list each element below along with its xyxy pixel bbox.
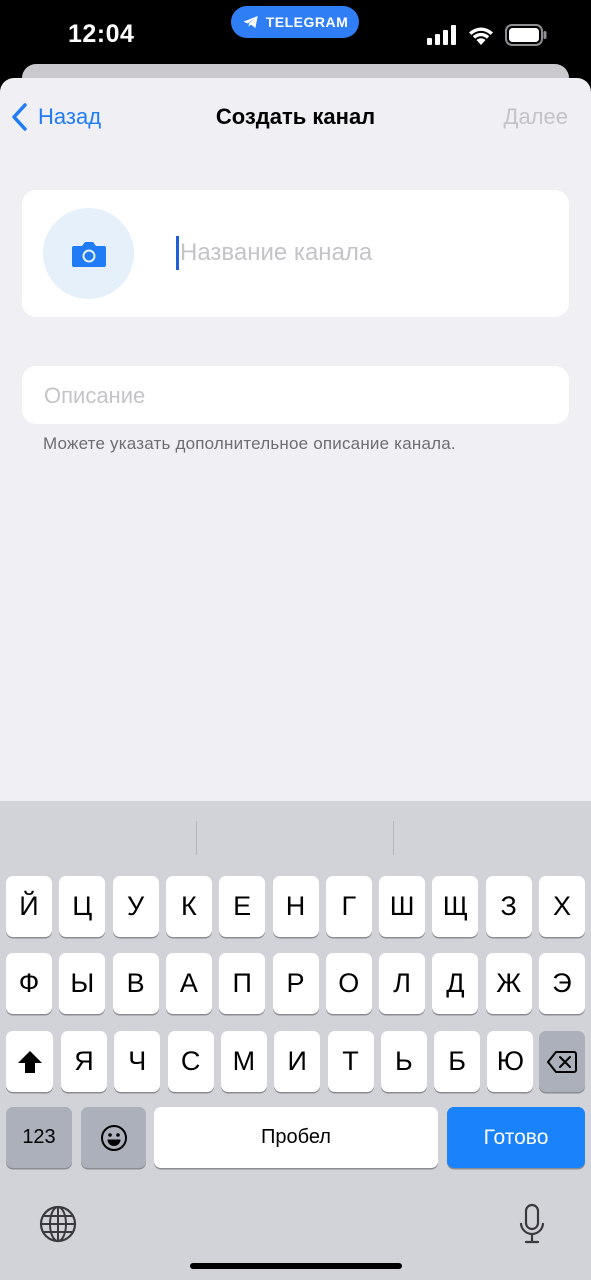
backspace-icon bbox=[547, 1050, 577, 1073]
status-time: 12:04 bbox=[68, 20, 135, 48]
letter-key[interactable]: Ш bbox=[379, 876, 426, 937]
letter-key[interactable]: Ь bbox=[380, 1031, 427, 1092]
dictation-button[interactable] bbox=[515, 1202, 549, 1246]
letter-key[interactable]: Е bbox=[219, 876, 266, 937]
suggestion-divider bbox=[393, 821, 394, 855]
emoji-icon bbox=[100, 1124, 127, 1151]
status-bar: 12:04 TELEGRAM bbox=[0, 0, 591, 70]
keyboard: ЙЦУКЕНГШЩЗХ ФЫВАПРОЛДЖЭ ЯЧСМИТЬБЮ 123 Проб… bbox=[0, 801, 591, 1280]
letter-key[interactable]: Л bbox=[379, 953, 426, 1014]
letter-key[interactable]: О bbox=[325, 953, 372, 1014]
letter-key[interactable]: В bbox=[112, 953, 159, 1014]
globe-button[interactable] bbox=[38, 1204, 78, 1244]
description-placeholder: Описание bbox=[44, 383, 146, 408]
space-key[interactable]: Пробел bbox=[154, 1107, 438, 1168]
wifi-icon bbox=[469, 27, 493, 45]
signal-icon bbox=[427, 25, 456, 45]
letter-key[interactable]: Б bbox=[434, 1031, 481, 1092]
letter-key[interactable]: Ц bbox=[59, 876, 106, 937]
letter-key[interactable]: Э bbox=[539, 953, 585, 1014]
telegram-pill[interactable]: TELEGRAM bbox=[231, 6, 359, 38]
letter-key[interactable]: Н bbox=[272, 876, 319, 937]
letter-key[interactable]: Т bbox=[327, 1031, 374, 1092]
letter-key[interactable]: Ж bbox=[485, 953, 532, 1014]
channel-name-placeholder: Название канала bbox=[180, 239, 373, 266]
letter-key[interactable]: Ю bbox=[487, 1031, 534, 1092]
shift-icon bbox=[17, 1050, 42, 1073]
letter-key[interactable]: С bbox=[167, 1031, 214, 1092]
home-indicator bbox=[190, 1263, 402, 1269]
letter-key[interactable]: Ф bbox=[6, 953, 52, 1014]
letter-key[interactable]: Ч bbox=[114, 1031, 161, 1092]
letter-key[interactable]: М bbox=[220, 1031, 267, 1092]
letter-key[interactable]: А bbox=[165, 953, 212, 1014]
status-icons bbox=[427, 24, 547, 46]
emoji-key[interactable] bbox=[81, 1107, 146, 1168]
camera-icon bbox=[71, 241, 106, 267]
globe-icon bbox=[39, 1205, 77, 1243]
page-title: Создать канал bbox=[215, 104, 376, 129]
letter-key[interactable]: Й bbox=[6, 876, 52, 937]
channel-photo-button[interactable] bbox=[43, 208, 134, 299]
description-hint: Можете указать дополнительное описание к… bbox=[43, 434, 456, 453]
text-cursor bbox=[176, 236, 179, 270]
telegram-icon bbox=[243, 16, 258, 28]
microphone-icon bbox=[519, 1203, 545, 1244]
letter-key[interactable]: З bbox=[485, 876, 532, 937]
letter-key[interactable]: И bbox=[274, 1031, 321, 1092]
channel-name-input[interactable]: Название канала bbox=[176, 236, 372, 270]
telegram-pill-label: TELEGRAM bbox=[265, 14, 349, 30]
backspace-key[interactable] bbox=[539, 1031, 585, 1092]
letter-key[interactable]: У bbox=[112, 876, 159, 937]
letter-key[interactable]: Щ bbox=[432, 876, 479, 937]
letter-key[interactable]: Р bbox=[272, 953, 319, 1014]
shift-key[interactable] bbox=[6, 1031, 53, 1092]
letter-key[interactable]: Д bbox=[432, 953, 479, 1014]
letter-key[interactable]: Ы bbox=[59, 953, 106, 1014]
done-key[interactable]: Готово bbox=[447, 1107, 585, 1168]
suggestion-divider bbox=[196, 821, 197, 855]
battery-icon bbox=[505, 24, 547, 46]
letter-key[interactable]: П bbox=[219, 953, 266, 1014]
description-input[interactable]: Описание bbox=[22, 366, 569, 424]
next-button[interactable]: Далее bbox=[504, 104, 568, 130]
channel-info-card: Название канала bbox=[22, 190, 569, 317]
letter-key[interactable]: К bbox=[165, 876, 212, 937]
letter-key[interactable]: Х bbox=[539, 876, 585, 937]
letter-key[interactable]: Я bbox=[61, 1031, 107, 1092]
numbers-key[interactable]: 123 bbox=[6, 1107, 72, 1168]
letter-key[interactable]: Г bbox=[325, 876, 372, 937]
